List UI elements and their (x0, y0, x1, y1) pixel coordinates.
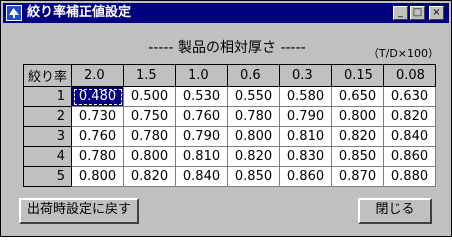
row-header: 5 (23, 166, 72, 187)
table-row: 4 0.780 0.800 0.810 0.820 0.830 0.850 0.… (23, 146, 436, 167)
minimize-button[interactable]: _ (393, 6, 408, 20)
value-cell[interactable]: 0.840 (383, 126, 436, 147)
column-header: 0.6 (227, 64, 280, 87)
table-row: 2 0.730 0.750 0.760 0.780 0.790 0.800 0.… (23, 106, 436, 127)
value-cell[interactable]: 0.650 (331, 86, 384, 107)
close-button[interactable]: 閉じる (358, 198, 432, 224)
table-row: 3 0.760 0.780 0.790 0.800 0.810 0.820 0.… (23, 126, 436, 147)
value-cell[interactable]: 0.820 (227, 146, 280, 167)
table-row: 1 0.480 0.500 0.530 0.550 0.580 0.650 0.… (23, 86, 436, 107)
header-row: 絞り率 2.0 1.5 1.0 0.6 0.3 0.15 0.08 (23, 64, 436, 87)
value-cell[interactable]: 0.530 (175, 86, 228, 107)
unit-label: （T/D×100） (367, 47, 439, 60)
value-cell[interactable]: 0.790 (175, 126, 228, 147)
value-cell[interactable]: 0.780 (123, 126, 176, 147)
column-header: 0.15 (331, 64, 384, 87)
maximize-button[interactable]: □ (410, 6, 425, 20)
value-cell[interactable]: 0.780 (71, 146, 124, 167)
close-window-button[interactable]: × (429, 6, 444, 20)
row-header: 1 (23, 86, 72, 107)
value-cell[interactable]: 0.800 (331, 106, 384, 127)
value-cell[interactable]: 0.840 (175, 166, 228, 187)
row-header: 2 (23, 106, 72, 127)
value-cell[interactable]: 0.820 (331, 126, 384, 147)
value-cell[interactable]: 0.580 (279, 86, 332, 107)
correction-table: 絞り率 2.0 1.5 1.0 0.6 0.3 0.15 0.08 1 0.48… (23, 64, 436, 187)
value-cell[interactable]: 0.630 (383, 86, 436, 107)
value-cell[interactable]: 0.730 (71, 106, 124, 127)
value-cell[interactable]: 0.800 (227, 126, 280, 147)
value-cell[interactable]: 0.810 (175, 146, 228, 167)
column-header: 0.08 (383, 64, 436, 87)
row-header: 3 (23, 126, 72, 147)
column-header: 1.0 (175, 64, 228, 87)
value-cell[interactable]: 0.760 (175, 106, 228, 127)
window-title: 絞り率補正値設定 (27, 5, 132, 20)
value-cell[interactable]: 0.800 (123, 146, 176, 167)
value-cell[interactable]: 0.760 (71, 126, 124, 147)
value-cell[interactable]: 0.860 (383, 146, 436, 167)
value-cell[interactable]: 0.500 (123, 86, 176, 107)
value-cell[interactable]: 0.750 (123, 106, 176, 127)
reset-defaults-button[interactable]: 出荷時設定に戻す (19, 198, 139, 224)
value-cell[interactable]: 0.870 (331, 166, 384, 187)
value-cell[interactable]: 0.830 (279, 146, 332, 167)
value-cell[interactable]: 0.880 (383, 166, 436, 187)
column-header: 2.0 (71, 64, 124, 87)
value-cell[interactable]: 0.820 (123, 166, 176, 187)
title-bar: 絞り率補正値設定 _ □ × (3, 3, 449, 23)
value-cell[interactable]: 0.850 (227, 166, 280, 187)
value-cell[interactable]: 0.800 (71, 166, 124, 187)
corner-header: 絞り率 (23, 64, 72, 87)
row-header: 4 (23, 146, 72, 167)
value-cell[interactable]: 0.780 (227, 106, 280, 127)
column-header: 1.5 (123, 64, 176, 87)
column-header: 0.3 (279, 64, 332, 87)
value-cell[interactable]: 0.820 (383, 106, 436, 127)
value-cell[interactable]: 0.860 (279, 166, 332, 187)
dialog-window: 絞り率補正値設定 _ □ × ----- 製品の相対厚さ ----- （T/D×… (0, 0, 452, 237)
value-cell[interactable]: 0.480 (71, 86, 124, 107)
value-cell[interactable]: 0.550 (227, 86, 280, 107)
value-cell[interactable]: 0.850 (331, 146, 384, 167)
app-icon (6, 5, 22, 21)
value-cell[interactable]: 0.790 (279, 106, 332, 127)
table-row: 5 0.800 0.820 0.840 0.850 0.860 0.870 0.… (23, 166, 436, 187)
value-cell[interactable]: 0.810 (279, 126, 332, 147)
